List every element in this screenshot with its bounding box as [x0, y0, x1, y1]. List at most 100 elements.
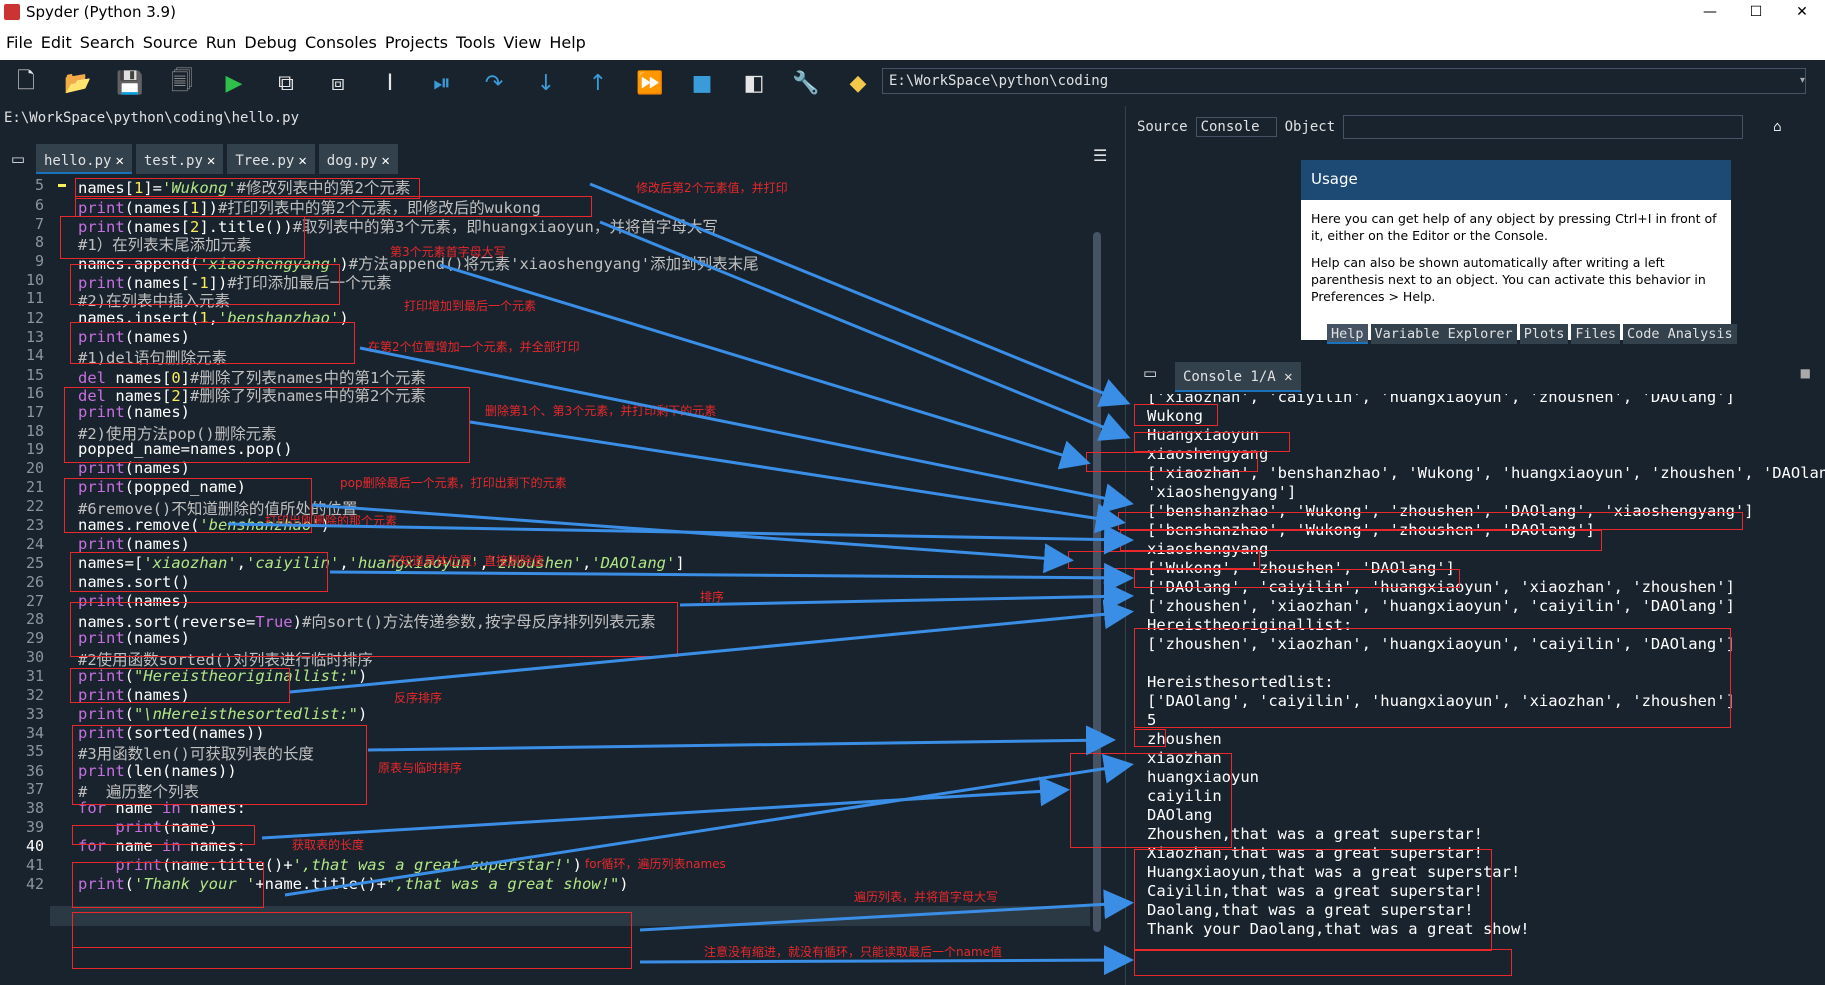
object-input[interactable]	[1343, 115, 1744, 139]
line-number: 6	[34, 196, 44, 214]
console-line: 5	[1147, 711, 1157, 729]
scrollbar-thumb[interactable]	[1093, 232, 1101, 932]
minimize-button[interactable]: —	[1687, 0, 1733, 24]
console-line: Zhoushen,that was a great superstar!	[1147, 825, 1483, 843]
line-number: 38	[25, 799, 44, 817]
annotation-label: 打印增加到最后一个元素	[404, 299, 537, 313]
line-number: 16	[25, 384, 44, 402]
continue-icon[interactable]: ⏩	[632, 65, 668, 101]
step-icon[interactable]: ↷	[476, 65, 512, 101]
save-all-icon[interactable]: 🗐	[164, 65, 200, 101]
line-number: 22	[25, 497, 44, 515]
tab-variable-explorer[interactable]: Variable Explorer	[1370, 324, 1517, 344]
line-number: 25	[25, 554, 44, 572]
console-line: ['Wukong', 'zhoushen', 'DAOlang']	[1147, 559, 1455, 577]
code-line: #2)在列表中插入元素	[78, 292, 230, 310]
close-icon[interactable]: ✕	[298, 153, 306, 169]
menu-projects[interactable]: Projects	[383, 33, 450, 52]
line-number: 12	[25, 309, 44, 327]
line-number: 15	[25, 366, 44, 384]
stop-icon[interactable]: ■	[684, 65, 720, 101]
python-path-icon[interactable]: ◆	[840, 65, 876, 101]
code-line: print(names)	[78, 459, 190, 477]
editor-scrollbar[interactable]	[1090, 176, 1104, 985]
maximize-button[interactable]: ☐	[1733, 0, 1779, 24]
wrench-icon[interactable]: 🔧	[788, 65, 824, 101]
close-icon[interactable]: ✕	[1284, 369, 1292, 385]
close-icon[interactable]: ✕	[207, 153, 215, 169]
menu-view[interactable]: View	[501, 33, 543, 52]
close-button[interactable]: ✕	[1779, 0, 1825, 24]
console-line: Huangxiaoyun	[1147, 426, 1259, 444]
line-number: 20	[25, 459, 44, 477]
line-number: 26	[25, 573, 44, 591]
run-cell-icon[interactable]: ⧉	[268, 65, 304, 101]
line-number: 34	[25, 724, 44, 742]
tab-code-analysis[interactable]: Code Analysis	[1622, 324, 1737, 344]
line-number: 37	[25, 780, 44, 798]
options-icon[interactable]: ■	[1800, 366, 1811, 380]
chevron-down-icon[interactable]: ▾	[1800, 68, 1814, 94]
code-editor[interactable]: 5 6 7 8 9 10 11 12 13 14 15 16 17 18 19 …	[0, 176, 1125, 985]
menu-debug[interactable]: Debug	[242, 33, 299, 52]
annotation-label: 在第2个位置增加一个元素，并全部打印	[368, 340, 580, 354]
run-icon[interactable]: ▶	[216, 65, 252, 101]
maximize-pane-icon[interactable]: ◧	[736, 65, 772, 101]
tab-dog-py[interactable]: dog.py ✕	[318, 144, 398, 174]
browse-tabs-icon[interactable]: ▭	[0, 144, 36, 174]
help-tabbar: Help Variable Explorer Plots Files Code …	[1131, 324, 1825, 346]
menu-consoles[interactable]: Consoles	[303, 33, 379, 52]
menu-help[interactable]: Help	[547, 33, 587, 52]
line-number: 39	[25, 818, 44, 836]
close-icon[interactable]: ✕	[381, 153, 389, 169]
close-icon[interactable]: ✕	[115, 153, 123, 169]
console-line: Huangxiaoyun,that was a great superstar!	[1147, 863, 1521, 881]
line-number: 24	[25, 535, 44, 553]
menu-edit[interactable]: Edit	[39, 33, 74, 52]
tab-files[interactable]: Files	[1571, 324, 1620, 344]
save-icon[interactable]: 💾	[112, 65, 148, 101]
menu-search[interactable]: Search	[78, 33, 137, 52]
line-number: 31	[25, 667, 44, 685]
tab-help[interactable]: Help	[1327, 324, 1368, 344]
step-into-icon[interactable]: ↓	[528, 65, 564, 101]
usage-panel: Usage Here you can get help of any objec…	[1301, 160, 1731, 340]
debug-icon[interactable]: ⏯	[424, 65, 460, 101]
console-output[interactable]: ['xiaozhan', 'caiyilin', 'huangxiaoyun',…	[1139, 394, 1825, 985]
tab-test-py[interactable]: test.py ✕	[135, 144, 224, 174]
tab-hello-py[interactable]: hello.py ✕	[36, 144, 132, 174]
fold-marker-icon[interactable]	[58, 184, 66, 187]
code-line: print("\nHereisthesortedlist:")	[78, 705, 368, 723]
menu-run[interactable]: Run	[204, 33, 239, 52]
usage-text: Here you can get help of any object by p…	[1311, 211, 1717, 243]
menu-tools[interactable]: Tools	[454, 33, 497, 52]
step-return-icon[interactable]: ↑	[580, 65, 616, 101]
tab-label: hello.py	[44, 153, 112, 169]
console-line: xiaoshengyang	[1147, 445, 1269, 463]
editor-file-path: E:\WorkSpace\python\coding\hello.py	[0, 106, 1125, 130]
home-icon[interactable]: ⌂	[1773, 119, 1781, 135]
working-directory-input[interactable]: E:\WorkSpace\python\coding	[882, 68, 1806, 94]
annotation-label: 遍历列表，并将首字母大写	[854, 890, 999, 904]
source-combo[interactable]: Console	[1195, 117, 1277, 137]
menu-source[interactable]: Source	[141, 33, 200, 52]
console-line: ['DAOlang', 'caiyilin', 'huangxiaoyun', …	[1147, 692, 1735, 710]
run-cell-advance-icon[interactable]: ⧈	[320, 65, 356, 101]
code-line: #1)del语句删除元素	[78, 349, 227, 367]
tab-console[interactable]: Console 1/A ✕	[1175, 362, 1301, 392]
code-line: #3用函数len()可获取列表的长度	[78, 745, 314, 763]
line-number: 13	[25, 328, 44, 346]
line-number: 29	[25, 629, 44, 647]
menu-file[interactable]: File	[4, 33, 35, 52]
tab-tree-py[interactable]: Tree.py ✕	[227, 144, 315, 174]
open-file-icon[interactable]: 📂	[60, 65, 96, 101]
hamburger-menu-icon[interactable]: ☰	[1093, 146, 1107, 165]
console-line: Hereistheoriginallist:	[1147, 616, 1353, 634]
tab-plots[interactable]: Plots	[1519, 324, 1569, 344]
console-line: xiaoshengyang	[1147, 540, 1269, 558]
annotation-label: 注意没有缩进，就没有循环，只能读取最后一个name值	[704, 945, 1003, 959]
run-selection-icon[interactable]: I	[372, 65, 408, 101]
code-line: names=['xiaozhan','caiyilin','huangxiaoy…	[78, 554, 685, 572]
new-file-icon[interactable]: 🗋	[8, 65, 44, 101]
annotation-label: 第3个元素首字母大写	[390, 245, 506, 259]
